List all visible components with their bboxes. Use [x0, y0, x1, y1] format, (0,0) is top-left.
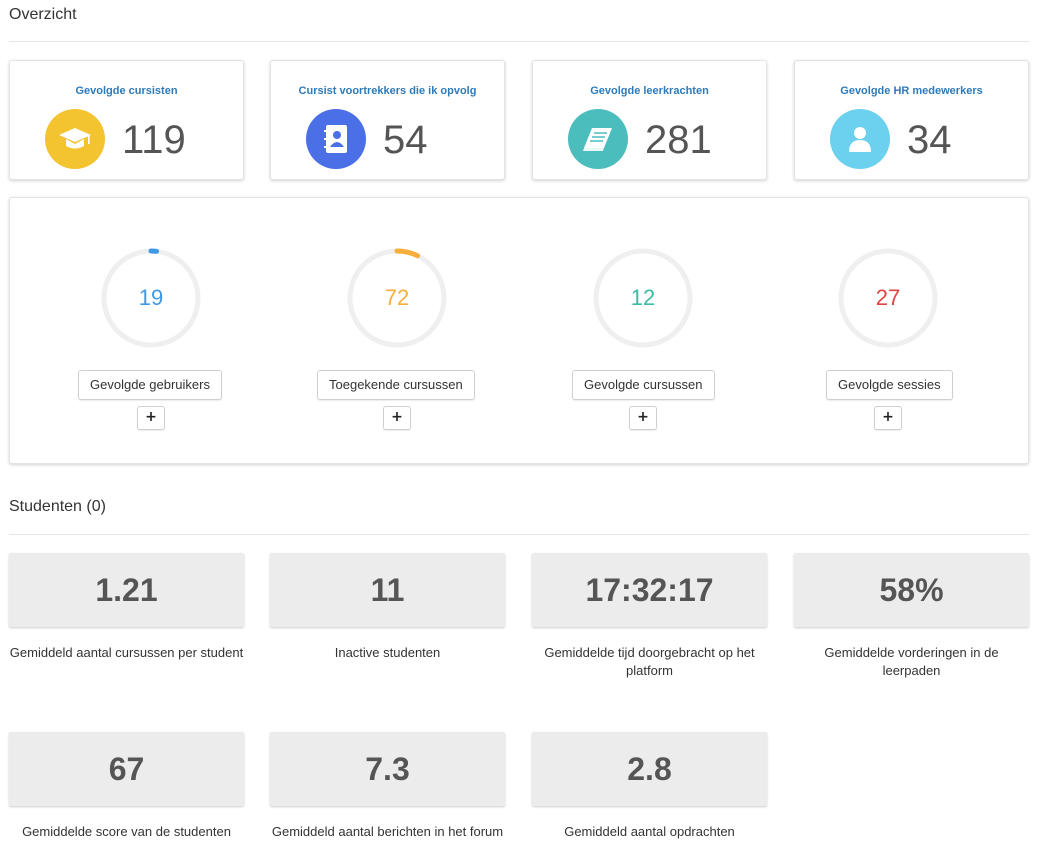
gauge-value: 19	[138, 285, 164, 310]
add-followed-users-button[interactable]: +	[137, 406, 165, 430]
followed-courses-button[interactable]: Gevolgde cursussen	[572, 370, 715, 400]
metric-avg-time-value: 17:32:17	[532, 553, 767, 627]
metric-avg-assignments-value: 2.8	[532, 732, 767, 806]
gauge-value: 72	[384, 285, 410, 310]
add-followed-sessions-button[interactable]: +	[874, 406, 902, 430]
students-divider	[9, 534, 1029, 535]
followed-users-button[interactable]: Gevolgde gebruikers	[78, 370, 222, 400]
overview-divider	[9, 41, 1029, 42]
gauge-followed-courses: 12	[591, 246, 695, 350]
gauge-followed-users: 19	[99, 246, 203, 350]
stat-card-title: Cursist voortrekkers die ik opvolg	[298, 85, 477, 97]
add-assigned-courses-button[interactable]: +	[383, 406, 411, 430]
students-title: Studenten (0)	[9, 498, 106, 515]
gauge-value: 12	[630, 285, 656, 310]
graduation-cap-icon	[45, 109, 105, 169]
followed-sessions-button[interactable]: Gevolgde sessies	[826, 370, 953, 400]
stat-card-value: 281	[645, 118, 712, 162]
metric-avg-courses-label: Gemiddeld aantal cursussen per student	[9, 645, 244, 660]
user-icon	[830, 109, 890, 169]
stat-card-value: 54	[383, 118, 428, 162]
metric-inactive-label: Inactive studenten	[334, 645, 441, 660]
metric-avg-forum-label: Gemiddeld aantal berichten in het forum	[271, 824, 504, 839]
add-followed-courses-button[interactable]: +	[629, 406, 657, 430]
metric-inactive-value: 11	[270, 553, 505, 627]
stat-card-followed-teachers: Gevolgde leerkrachten 281	[532, 60, 767, 180]
stat-card-title: Gevolgde HR medewerkers	[840, 85, 983, 97]
gauge-followed-sessions: 27	[836, 246, 940, 350]
stat-card-title: Gevolgde leerkrachten	[590, 85, 709, 97]
metric-avg-time-label: Gemiddelde tijd doorgebracht op het plat…	[544, 645, 755, 678]
stat-card-followed-learners: Gevolgde cursisten 119	[9, 60, 244, 180]
assigned-courses-button[interactable]: Toegekende cursussen	[317, 370, 475, 400]
stat-card-value: 34	[907, 118, 952, 162]
metric-avg-score-label: Gemiddelde score van de studenten	[22, 824, 231, 839]
book-icon	[568, 109, 628, 169]
contact-book-icon	[306, 109, 366, 169]
gauge-value: 27	[875, 285, 901, 310]
stat-card-value: 119	[122, 118, 186, 162]
gauge-assigned-courses: 72	[345, 246, 449, 350]
metric-avg-progress-value: 58%	[794, 553, 1029, 627]
stat-card-title: Gevolgde cursisten	[75, 85, 178, 97]
progress-panel: 19 Gevolgde gebruikers + 72 Toegekende c…	[9, 197, 1029, 464]
overview-title: Overzicht	[9, 6, 77, 23]
stat-card-followed-pioneers: Cursist voortrekkers die ik opvolg 54	[270, 60, 505, 180]
metric-avg-score-value: 67	[9, 732, 244, 806]
metric-avg-progress-label: Gemiddelde vorderingen in de leerpaden	[824, 645, 999, 678]
metric-avg-courses-value: 1.21	[9, 553, 244, 627]
metric-avg-forum-value: 7.3	[270, 732, 505, 806]
stat-card-followed-hr: Gevolgde HR medewerkers 34	[794, 60, 1029, 180]
metric-avg-assignments-label: Gemiddeld aantal opdrachten	[564, 824, 735, 839]
